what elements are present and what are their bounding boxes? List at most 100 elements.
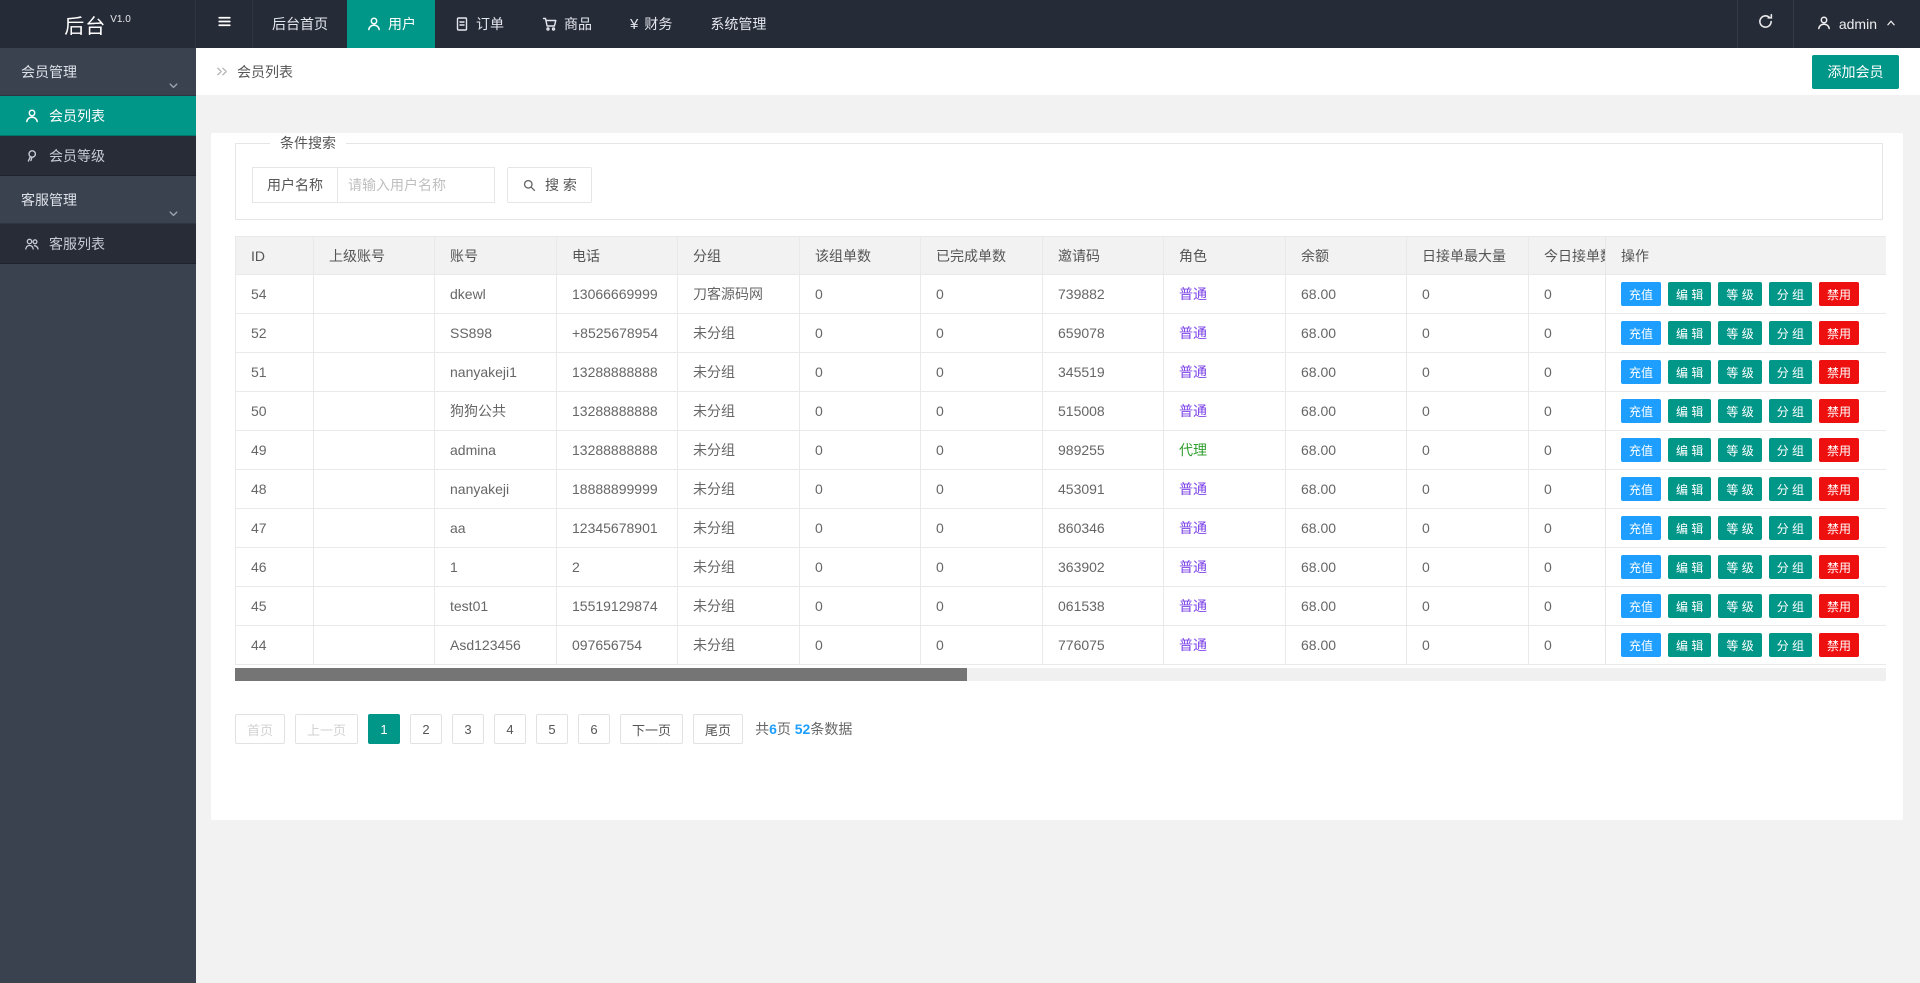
disable-button[interactable]: 禁用	[1819, 282, 1859, 306]
edit-button[interactable]: 编 辑	[1668, 321, 1711, 345]
pagination-page-6[interactable]: 6	[578, 714, 610, 744]
nav-orders[interactable]: 订单	[435, 0, 523, 48]
level-button[interactable]: 等 级	[1718, 282, 1761, 306]
level-button[interactable]: 等 级	[1718, 633, 1761, 657]
user-icon	[24, 108, 40, 124]
sidebar-group-member[interactable]: 会员管理	[0, 48, 196, 96]
table-row-actions: 充值编 辑等 级分 组禁用	[1606, 548, 1886, 587]
table-row: 47aa12345678901未分组00860346普通68.0000	[236, 509, 1709, 548]
cart-icon	[542, 16, 558, 32]
level-button[interactable]: 等 级	[1718, 321, 1761, 345]
pagination-page-5[interactable]: 5	[536, 714, 568, 744]
level-button[interactable]: 等 级	[1718, 555, 1761, 579]
recharge-button[interactable]: 充值	[1621, 633, 1661, 657]
horizontal-scrollbar[interactable]	[235, 668, 1886, 681]
group-button[interactable]: 分 组	[1769, 555, 1812, 579]
recharge-button[interactable]: 充值	[1621, 438, 1661, 462]
table-row: 54dkewl13066669999刀客源码网00739882普通68.0000	[236, 275, 1709, 314]
group-button[interactable]: 分 组	[1769, 477, 1812, 501]
recharge-button[interactable]: 充值	[1621, 282, 1661, 306]
admin-menu[interactable]: admin	[1793, 0, 1920, 48]
disable-button[interactable]: 禁用	[1819, 438, 1859, 462]
group-button[interactable]: 分 组	[1769, 594, 1812, 618]
sidebar-collapse-button[interactable]	[196, 0, 253, 48]
edit-button[interactable]: 编 辑	[1668, 360, 1711, 384]
level-button[interactable]: 等 级	[1718, 399, 1761, 423]
recharge-button[interactable]: 充值	[1621, 399, 1661, 423]
group-button[interactable]: 分 组	[1769, 516, 1812, 540]
disable-button[interactable]: 禁用	[1819, 399, 1859, 423]
group-button[interactable]: 分 组	[1769, 633, 1812, 657]
cell-group_orders: 0	[800, 353, 921, 392]
nav-system[interactable]: 系统管理	[691, 0, 785, 48]
cell-account: SS898	[435, 314, 557, 353]
pagination-last[interactable]: 尾页	[693, 714, 743, 744]
recharge-button[interactable]: 充值	[1621, 321, 1661, 345]
scrollbar-thumb[interactable]	[235, 668, 967, 681]
edit-button[interactable]: 编 辑	[1668, 594, 1711, 618]
level-button[interactable]: 等 级	[1718, 477, 1761, 501]
group-button[interactable]: 分 组	[1769, 438, 1812, 462]
pagination-page-3[interactable]: 3	[452, 714, 484, 744]
disable-button[interactable]: 禁用	[1819, 555, 1859, 579]
cell-completed: 0	[921, 314, 1043, 353]
nav-users[interactable]: 用户	[347, 0, 435, 48]
edit-button[interactable]: 编 辑	[1668, 399, 1711, 423]
level-button[interactable]: 等 级	[1718, 360, 1761, 384]
recharge-button[interactable]: 充值	[1621, 555, 1661, 579]
group-button[interactable]: 分 组	[1769, 360, 1812, 384]
recharge-button[interactable]: 充值	[1621, 477, 1661, 501]
edit-button[interactable]: 编 辑	[1668, 633, 1711, 657]
group-button[interactable]: 分 组	[1769, 321, 1812, 345]
cell-group_orders: 0	[800, 587, 921, 626]
sidebar-item-member-level[interactable]: 会员等级	[0, 136, 196, 176]
recharge-button[interactable]: 充值	[1621, 360, 1661, 384]
level-button[interactable]: 等 级	[1718, 516, 1761, 540]
disable-button[interactable]: 禁用	[1819, 477, 1859, 501]
edit-button[interactable]: 编 辑	[1668, 282, 1711, 306]
disable-button[interactable]: 禁用	[1819, 516, 1859, 540]
username-input[interactable]	[337, 167, 495, 203]
refresh-button[interactable]	[1737, 0, 1793, 48]
recharge-button[interactable]: 充值	[1621, 516, 1661, 540]
edit-button[interactable]: 编 辑	[1668, 438, 1711, 462]
edit-button[interactable]: 编 辑	[1668, 477, 1711, 501]
pagination-page-4[interactable]: 4	[494, 714, 526, 744]
edit-button[interactable]: 编 辑	[1668, 555, 1711, 579]
pagination-page-2[interactable]: 2	[410, 714, 442, 744]
cell-completed: 0	[921, 431, 1043, 470]
cell-daily_max: 0	[1407, 587, 1529, 626]
table-row: 52SS898+8525678954未分组00659078普通68.0000	[236, 314, 1709, 353]
cell-phone: 097656754	[557, 626, 678, 665]
disable-button[interactable]: 禁用	[1819, 360, 1859, 384]
nav-goods[interactable]: 商品	[523, 0, 611, 48]
search-button[interactable]: 搜 索	[507, 167, 592, 203]
cell-invite: 453091	[1043, 470, 1164, 509]
table-row-actions: 充值编 辑等 级分 组禁用	[1606, 587, 1886, 626]
pagination-first[interactable]: 首页	[235, 714, 285, 744]
nav-home[interactable]: 后台首页	[253, 0, 347, 48]
add-member-button[interactable]: 添加会员	[1812, 55, 1899, 89]
nav-finance[interactable]: ¥财务	[611, 0, 691, 48]
level-button[interactable]: 等 级	[1718, 594, 1761, 618]
disable-button[interactable]: 禁用	[1819, 633, 1859, 657]
recharge-button[interactable]: 充值	[1621, 594, 1661, 618]
group-button[interactable]: 分 组	[1769, 399, 1812, 423]
sidebar-group-service[interactable]: 客服管理	[0, 176, 196, 224]
pagination-next[interactable]: 下一页	[620, 714, 683, 744]
group-button[interactable]: 分 组	[1769, 282, 1812, 306]
pagination-page-1[interactable]: 1	[368, 714, 400, 744]
cell-role: 普通	[1164, 353, 1286, 392]
column-header-balance: 余额	[1286, 237, 1407, 275]
edit-button[interactable]: 编 辑	[1668, 516, 1711, 540]
disable-button[interactable]: 禁用	[1819, 594, 1859, 618]
main-nav: 后台首页用户订单商品¥财务系统管理	[253, 0, 785, 48]
app-logo: 后台 V1.0	[0, 0, 196, 48]
sidebar-group-service-label: 客服管理	[21, 192, 77, 208]
search-legend: 条件搜索	[270, 133, 346, 153]
cell-id: 50	[236, 392, 314, 431]
pagination-prev[interactable]: 上一页	[295, 714, 358, 744]
level-button[interactable]: 等 级	[1718, 438, 1761, 462]
table-row: 50狗狗公共13288888888未分组00515008普通68.0000	[236, 392, 1709, 431]
disable-button[interactable]: 禁用	[1819, 321, 1859, 345]
